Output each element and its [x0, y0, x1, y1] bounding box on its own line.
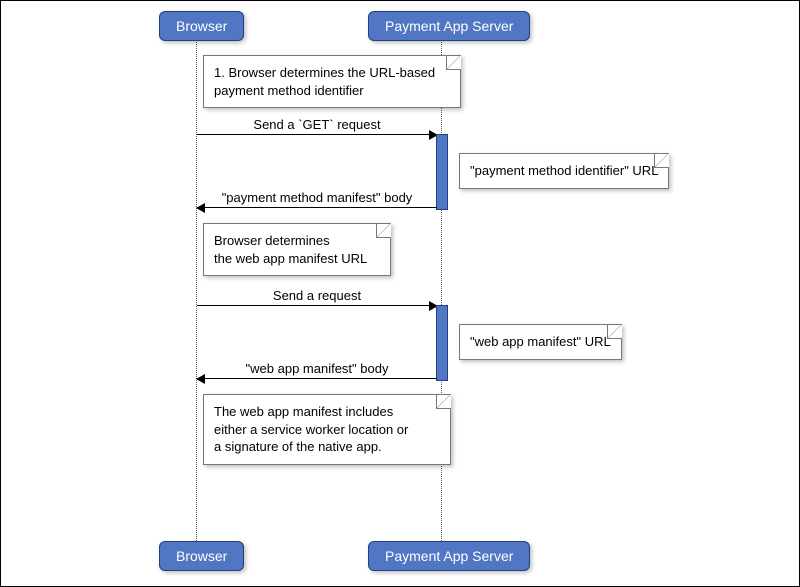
note-dogear-icon [376, 223, 391, 238]
note-dogear-icon [436, 394, 451, 409]
note-line: Browser determines [214, 232, 380, 250]
note-pmi-url: "payment method identifier" URL [459, 153, 669, 189]
note-dogear-icon [446, 55, 461, 70]
note-line: "payment method identifier" URL [470, 162, 658, 180]
note-line: a signature of the native app. [214, 438, 440, 456]
message-label-get: Send a `GET` request [197, 117, 437, 132]
participant-server-top: Payment App Server [368, 11, 530, 41]
note-webapp-manifest-includes: The web app manifest includes either a s… [203, 394, 451, 465]
sequence-diagram: Browser Payment App Server Browser Payme… [0, 0, 800, 587]
note-line: The web app manifest includes [214, 403, 440, 421]
message-label-send-request: Send a request [197, 288, 437, 303]
arrow-left-icon [196, 203, 205, 213]
message-send-request [197, 305, 437, 306]
note-determine-webapp-url: Browser determines the web app manifest … [203, 223, 391, 276]
activation-server-2 [436, 305, 448, 381]
lifeline-server [441, 39, 443, 543]
participant-browser-top: Browser [159, 11, 244, 41]
message-label-manifest-body: "payment method manifest" body [197, 190, 437, 205]
note-line: payment method identifier [214, 82, 450, 100]
arrow-left-icon [196, 374, 205, 384]
participant-browser-bottom: Browser [159, 541, 244, 571]
note-line: "web app manifest" URL [470, 333, 611, 351]
note-line: the web app manifest URL [214, 250, 380, 268]
note-webapp-manifest-url: "web app manifest" URL [459, 324, 622, 360]
participant-server-bottom: Payment App Server [368, 541, 530, 571]
note-dogear-icon [607, 324, 622, 339]
message-get-request [197, 134, 437, 135]
message-webapp-body [197, 378, 437, 379]
message-manifest-body [197, 207, 437, 208]
note-dogear-icon [654, 153, 669, 168]
note-line: 1. Browser determines the URL-based [214, 64, 450, 82]
message-label-webapp-body: "web app manifest" body [197, 361, 437, 376]
note-line: either a service worker location or [214, 421, 440, 439]
activation-server-1 [436, 134, 448, 210]
note-step1: 1. Browser determines the URL-based paym… [203, 55, 461, 108]
